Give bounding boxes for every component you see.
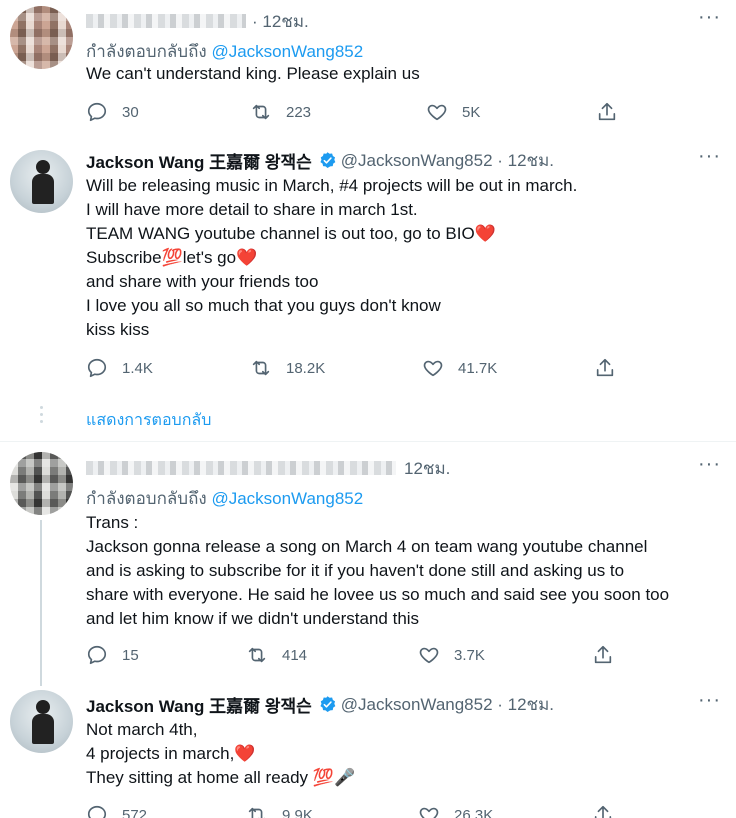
- share-icon: [598, 102, 616, 121]
- avatar[interactable]: [10, 150, 73, 213]
- share-icon: [594, 805, 612, 818]
- retweet-count: 9.9K: [282, 806, 313, 818]
- reply-count: 15: [122, 646, 139, 664]
- share-icon: [596, 358, 614, 377]
- share-button[interactable]: [596, 100, 632, 124]
- like-icon: [419, 807, 439, 818]
- reply-count: 30: [122, 103, 139, 121]
- tweet-reply-2[interactable]: 12ชม. ··· กำลังตอบกลับถึง @JacksonWang85…: [0, 442, 736, 686]
- like-button[interactable]: 26.3K: [418, 803, 493, 818]
- verified-icon: [320, 695, 336, 712]
- like-count: 3.7K: [454, 646, 485, 664]
- tweet-header: 12ชม.: [86, 457, 450, 479]
- tweet-actions: 15 414 3.7K: [86, 643, 626, 667]
- more-icon[interactable]: ···: [698, 454, 720, 479]
- like-icon: [423, 360, 443, 377]
- share-button[interactable]: [592, 803, 628, 818]
- reply-count: 1.4K: [122, 359, 153, 377]
- reply-button[interactable]: 15: [86, 643, 139, 667]
- reply-prefix: กำลังตอบกลับถึง: [86, 489, 207, 508]
- reply-icon: [87, 645, 107, 665]
- tweet-author-reply[interactable]: Jackson Wang 王嘉爾 왕잭슨 @JacksonWang852 · 1…: [0, 686, 736, 818]
- tweet-reply-1[interactable]: · 12ชม. ··· กำลังตอบกลับถึง @JacksonWang…: [0, 0, 736, 136]
- tweet-time[interactable]: · 12ชม.: [252, 8, 309, 35]
- tweet-time[interactable]: 12ชม.: [404, 455, 450, 482]
- avatar[interactable]: [10, 452, 73, 515]
- tweet-actions: 572 9.9K 26.3K: [86, 803, 626, 818]
- verified-icon: [320, 151, 336, 168]
- author-name[interactable]: Jackson Wang 王嘉爾 왕잭슨: [86, 692, 312, 717]
- share-icon: [594, 645, 612, 664]
- avatar-person: [36, 700, 50, 714]
- redacted-name: [86, 461, 396, 475]
- reply-icon: [87, 805, 107, 818]
- replying-to: กำลังตอบกลับถึง @JacksonWang852: [86, 38, 363, 65]
- tweet-actions: 1.4K 18.2K 41.7K: [86, 356, 626, 380]
- tweet-text: Not march 4th, 4 projects in march,❤️ Th…: [86, 720, 356, 787]
- mention-link[interactable]: @JacksonWang852: [211, 42, 363, 61]
- retweet-icon: [252, 104, 270, 120]
- reply-button[interactable]: 30: [86, 100, 139, 124]
- retweet-count: 18.2K: [286, 359, 326, 377]
- tweet-header: Jackson Wang 王嘉爾 왕잭슨 @JacksonWang852 · 1…: [86, 147, 554, 174]
- more-icon[interactable]: ···: [698, 690, 720, 715]
- avatar-body: [32, 174, 54, 204]
- retweet-button[interactable]: 9.9K: [246, 803, 313, 818]
- more-icon[interactable]: ···: [698, 146, 720, 171]
- reply-prefix: กำลังตอบกลับถึง: [86, 42, 207, 61]
- avatar-person: [36, 160, 50, 174]
- retweet-button[interactable]: 223: [250, 100, 311, 124]
- retweet-count: 414: [282, 646, 308, 664]
- reply-button[interactable]: 572: [86, 803, 147, 818]
- avatar-body: [32, 714, 54, 744]
- tweet-header: · 12ชม.: [86, 10, 309, 32]
- tweet-actions: 30 223 5K: [86, 100, 626, 124]
- tweet-text: We can't understand king. Please explain…: [86, 64, 420, 83]
- like-button[interactable]: 5K: [426, 100, 480, 124]
- replying-to: กำลังตอบกลับถึง @JacksonWang852: [86, 485, 363, 512]
- retweet-button[interactable]: 18.2K: [250, 356, 325, 380]
- more-icon[interactable]: ···: [698, 7, 720, 32]
- share-button[interactable]: [592, 643, 628, 667]
- handle-time[interactable]: @JacksonWang852 · 12ชม.: [341, 691, 554, 718]
- redacted-name: [86, 14, 246, 28]
- tweet-text: Trans : Jackson gonna release a song on …: [86, 513, 670, 628]
- retweet-count: 223: [286, 103, 312, 121]
- author-name[interactable]: Jackson Wang 王嘉爾 왕잭슨: [86, 148, 312, 173]
- show-replies-link[interactable]: แสดงการตอบกลับ: [86, 408, 211, 433]
- reply-icon: [87, 102, 107, 122]
- like-icon: [419, 647, 439, 664]
- tweet-main[interactable]: Jackson Wang 王嘉爾 왕잭슨 @JacksonWang852 · 1…: [0, 136, 736, 441]
- reply-button[interactable]: 1.4K: [86, 356, 153, 380]
- like-button[interactable]: 3.7K: [418, 643, 485, 667]
- share-button[interactable]: [594, 356, 630, 380]
- tweet-text: Will be releasing music in March, #4 pro…: [86, 176, 578, 339]
- like-count: 26.3K: [454, 806, 494, 818]
- retweet-icon: [252, 360, 270, 376]
- reply-icon: [87, 358, 107, 378]
- tweet-header: Jackson Wang 王嘉爾 왕잭슨 @JacksonWang852 · 1…: [86, 691, 554, 718]
- avatar[interactable]: [10, 6, 73, 69]
- like-button[interactable]: 41.7K: [422, 356, 497, 380]
- like-count: 41.7K: [458, 359, 498, 377]
- avatar[interactable]: [10, 690, 73, 753]
- retweet-icon: [248, 647, 266, 663]
- handle-time[interactable]: @JacksonWang852 · 12ชม.: [341, 147, 554, 174]
- retweet-icon: [248, 807, 265, 818]
- retweet-button[interactable]: 414: [246, 643, 307, 667]
- mention-link[interactable]: @JacksonWang852: [211, 489, 363, 508]
- reply-count: 572: [122, 806, 148, 818]
- like-count: 5K: [462, 103, 481, 121]
- thread-line: [40, 520, 42, 686]
- like-icon: [427, 104, 447, 121]
- thread-dots: [40, 406, 43, 427]
